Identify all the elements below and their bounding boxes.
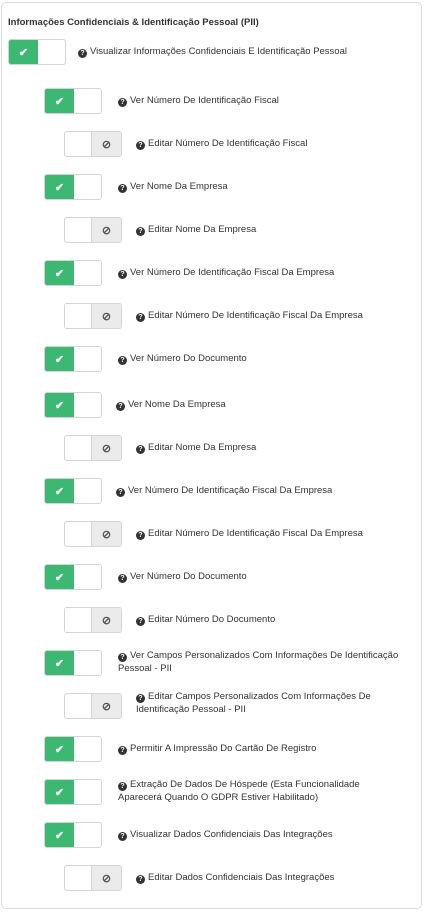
permission-label: ? Visualizar Informações Confidenciais E …	[78, 45, 418, 58]
help-icon[interactable]: ?	[118, 270, 127, 279]
permission-toggle[interactable]: ✔	[44, 822, 102, 848]
permission-label: ? Editar Dados Confidenciais Das Integraç…	[136, 871, 418, 884]
ban-icon: ⊘	[91, 218, 121, 242]
check-icon: ✔	[45, 780, 74, 804]
permission-label: ? Ver Número De Identificação Fiscal	[118, 94, 418, 107]
help-icon[interactable]: ?	[136, 313, 145, 322]
check-icon: ✔	[45, 565, 74, 589]
permission-label: ? Editar Nome Da Empresa	[136, 223, 418, 236]
help-icon[interactable]: ?	[118, 574, 127, 583]
section-title: Informações Confidenciais & Identificaçã…	[8, 17, 259, 28]
ban-icon: ⊘	[91, 522, 121, 546]
check-icon: ✔	[45, 737, 74, 761]
permission-label: ? Editar Número De Identificação Fiscal D…	[136, 309, 418, 322]
permission-label: ? Ver Campos Personalizados Com Informaçõ…	[118, 650, 399, 674]
permission-label: ? Permitir A Impressão Do Cartão De Regis…	[118, 742, 418, 755]
permission-toggle[interactable]: ✔	[44, 88, 102, 114]
permission-label: ? Visualizar Dados Confidenciais Das Inte…	[118, 828, 418, 841]
permission-toggle[interactable]: ✔	[44, 174, 102, 200]
help-icon[interactable]: ?	[136, 875, 145, 884]
check-icon: ✔	[45, 347, 74, 371]
ban-icon: ⊘	[91, 304, 121, 328]
permission-toggle[interactable]: ✔	[44, 478, 102, 504]
help-icon[interactable]: ?	[118, 356, 127, 365]
permission-label: ? Ver Nome Da Empresa	[118, 180, 418, 193]
permission-label: ? Editar Nome Da Empresa	[136, 441, 418, 454]
permission-label: ? Extração De Dados De Hóspede (Esta Func…	[118, 779, 360, 803]
permission-toggle[interactable]: ⊘	[64, 217, 122, 243]
help-icon[interactable]: ?	[118, 832, 127, 841]
help-icon[interactable]: ?	[136, 227, 145, 236]
permission-toggle[interactable]: ⊘	[64, 303, 122, 329]
check-icon: ✔	[45, 261, 74, 285]
check-icon: ✔	[45, 393, 74, 417]
permission-toggle[interactable]: ⊘	[64, 693, 122, 719]
check-icon: ✔	[45, 651, 74, 675]
permission-toggle[interactable]: ⊘	[64, 865, 122, 891]
check-icon: ✔	[45, 89, 74, 113]
permission-label: ? Ver Número De Identificação Fiscal Da E…	[118, 266, 418, 279]
pii-permissions-panel: Informações Confidenciais & Identificaçã…	[1, 2, 422, 909]
ban-icon: ⊘	[91, 866, 121, 890]
permission-toggle[interactable]: ⊘	[64, 435, 122, 461]
permission-toggle[interactable]: ✔	[44, 779, 102, 805]
help-icon[interactable]: ?	[116, 402, 125, 411]
permission-toggle[interactable]: ⊘	[64, 521, 122, 547]
check-icon: ✔	[9, 40, 38, 64]
permission-label: ? Ver Número De Identificação Fiscal Da E…	[116, 484, 416, 497]
permission-toggle[interactable]: ✔	[44, 650, 102, 676]
permission-label: ? Ver Número Do Documento	[118, 570, 418, 583]
help-icon[interactable]: ?	[136, 141, 145, 150]
permission-toggle[interactable]: ✔	[44, 736, 102, 762]
permission-label: ? Ver Número Do Documento	[118, 352, 418, 365]
permission-toggle[interactable]: ⊘	[64, 607, 122, 633]
check-icon: ✔	[45, 823, 74, 847]
help-icon[interactable]: ?	[118, 653, 127, 662]
check-icon: ✔	[45, 175, 74, 199]
permission-toggle[interactable]: ✔	[44, 260, 102, 286]
check-icon: ✔	[45, 479, 74, 503]
permission-label: ? Editar Número Do Documento	[136, 613, 418, 626]
permission-toggle[interactable]: ⊘	[64, 131, 122, 157]
permission-label: ? Editar Campos Personalizados Com Inform…	[136, 691, 371, 715]
permission-label: ? Ver Nome Da Empresa	[116, 398, 416, 411]
help-icon[interactable]: ?	[136, 531, 145, 540]
help-icon[interactable]: ?	[78, 49, 87, 58]
help-icon[interactable]: ?	[118, 782, 127, 791]
ban-icon: ⊘	[91, 436, 121, 460]
permission-toggle[interactable]: ✔	[44, 392, 102, 418]
ban-icon: ⊘	[91, 132, 121, 156]
permission-label: ? Editar Número De Identificação Fiscal D…	[136, 527, 418, 540]
help-icon[interactable]: ?	[136, 617, 145, 626]
permission-label: ? Editar Número De Identificação Fiscal	[136, 137, 418, 150]
help-icon[interactable]: ?	[136, 694, 145, 703]
help-icon[interactable]: ?	[118, 184, 127, 193]
ban-icon: ⊘	[91, 608, 121, 632]
help-icon[interactable]: ?	[118, 98, 127, 107]
help-icon[interactable]: ?	[118, 746, 127, 755]
help-icon[interactable]: ?	[136, 445, 145, 454]
ban-icon: ⊘	[91, 694, 121, 718]
permission-toggle[interactable]: ✔	[44, 346, 102, 372]
help-icon[interactable]: ?	[116, 488, 125, 497]
permission-toggle[interactable]: ✔	[8, 39, 66, 65]
permission-toggle[interactable]: ✔	[44, 564, 102, 590]
